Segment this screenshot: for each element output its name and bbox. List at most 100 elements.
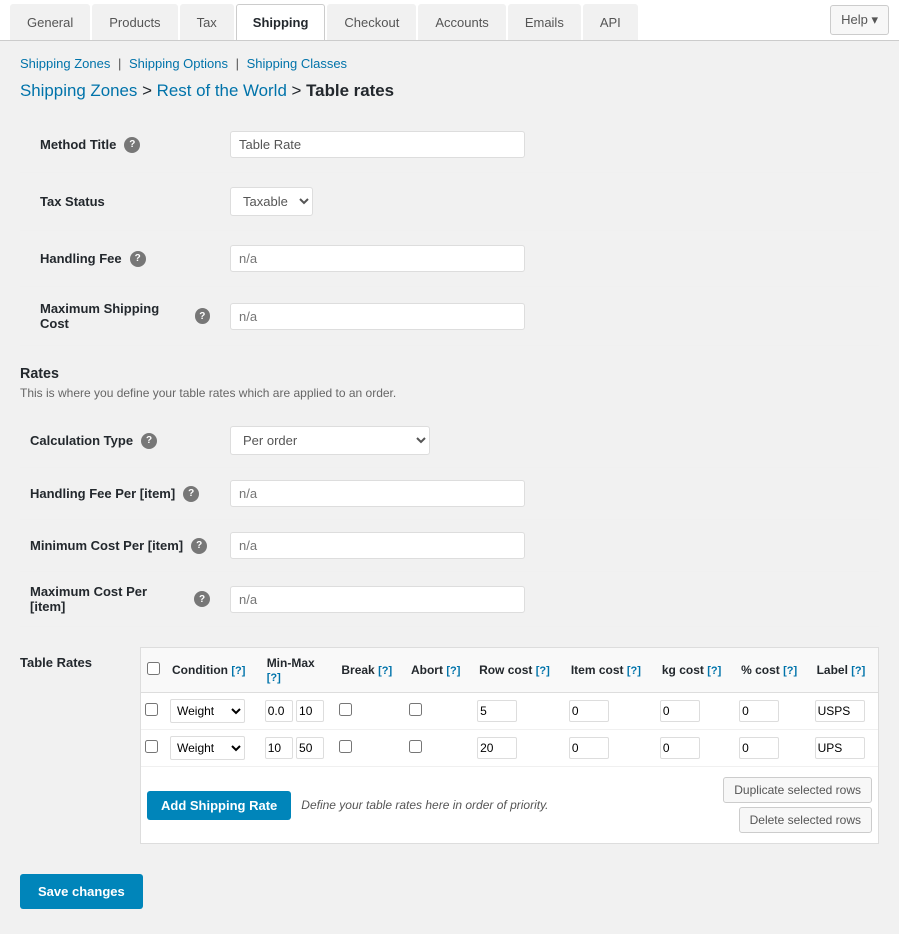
row-cost-input-1[interactable] — [477, 737, 517, 759]
min-cost-per-item-cell — [220, 520, 879, 572]
handling-fee-label: Handling Fee ? — [20, 231, 220, 287]
rates-table-wrapper: Condition [?] Min-Max [?] Break [?] — [140, 647, 879, 844]
row-cost-help-link[interactable]: [?] — [536, 665, 550, 677]
abort-checkbox-0[interactable] — [409, 703, 422, 716]
row-checkbox-1[interactable] — [145, 740, 158, 753]
abort-help-link[interactable]: [?] — [446, 665, 460, 677]
help-button[interactable]: Help ▾ — [830, 5, 889, 35]
tax-status-label: Tax Status — [20, 173, 220, 231]
break-checkbox-1[interactable] — [339, 740, 352, 753]
rates-desc: This is where you define your table rate… — [20, 386, 879, 400]
page-content: Shipping Zones | Shipping Options | Ship… — [0, 41, 899, 934]
percent-cost-input-0[interactable] — [739, 700, 779, 722]
max-input-0[interactable] — [296, 700, 324, 722]
table-row: Weight Price Item count — [141, 693, 878, 730]
shipping-options-link[interactable]: Shipping Options — [129, 56, 228, 71]
condition-select-0[interactable]: Weight Price Item count — [170, 699, 245, 723]
handling-fee-per-item-input[interactable] — [230, 480, 525, 507]
select-all-checkbox[interactable] — [147, 662, 160, 675]
tax-status-cell: Taxable None — [220, 173, 879, 231]
breadcrumb-rest-of-world[interactable]: Rest of the World — [157, 81, 287, 100]
top-bar: General Products Tax Shipping Checkout A… — [0, 0, 899, 41]
method-title-row: Method Title ? — [20, 117, 879, 173]
max-shipping-cost-input[interactable] — [230, 303, 525, 330]
th-min-max: Min-Max [?] — [261, 648, 336, 693]
tab-emails[interactable]: Emails — [508, 4, 581, 40]
max-shipping-cost-help-icon[interactable]: ? — [195, 308, 210, 324]
action-buttons: Duplicate selected rows Delete selected … — [723, 777, 872, 833]
min-cost-per-item-help-icon[interactable]: ? — [191, 538, 207, 554]
rates-tbody: Weight Price Item count Weight Price Ite… — [141, 693, 878, 767]
tab-products[interactable]: Products — [92, 4, 177, 40]
break-help-link[interactable]: [?] — [378, 665, 392, 677]
calc-type-label: Calculation Type ? — [20, 414, 220, 468]
label-help-link[interactable]: [?] — [851, 665, 865, 677]
tab-shipping[interactable]: Shipping — [236, 4, 326, 40]
condition-select-1[interactable]: Weight Price Item count — [170, 736, 245, 760]
handling-fee-per-item-cell — [220, 468, 879, 520]
delete-selected-button[interactable]: Delete selected rows — [739, 807, 872, 833]
tax-status-select[interactable]: Taxable None — [230, 187, 313, 216]
break-checkbox-0[interactable] — [339, 703, 352, 716]
th-item-cost: Item cost [?] — [565, 648, 656, 693]
method-title-input[interactable] — [230, 131, 525, 158]
kg-cost-input-1[interactable] — [660, 737, 700, 759]
min-cost-per-item-row: Minimum Cost Per [item] ? — [20, 520, 879, 572]
label-input-1[interactable] — [815, 737, 865, 759]
add-shipping-rate-button[interactable]: Add Shipping Rate — [147, 791, 291, 820]
item-cost-help-link[interactable]: [?] — [627, 665, 641, 677]
tab-tax[interactable]: Tax — [180, 4, 234, 40]
sub-nav: Shipping Zones | Shipping Options | Ship… — [20, 56, 879, 71]
max-cost-per-item-input[interactable] — [230, 586, 525, 613]
th-break: Break [?] — [335, 648, 405, 693]
sep2: | — [236, 56, 243, 71]
calc-type-help-icon[interactable]: ? — [141, 433, 157, 449]
min-input-0[interactable] — [265, 700, 293, 722]
breadcrumb-shipping-zones[interactable]: Shipping Zones — [20, 81, 137, 100]
tab-accounts[interactable]: Accounts — [418, 4, 505, 40]
max-shipping-cost-cell — [220, 287, 879, 346]
method-title-help-icon[interactable]: ? — [124, 137, 140, 153]
percent-cost-input-1[interactable] — [739, 737, 779, 759]
shipping-zones-link[interactable]: Shipping Zones — [20, 56, 110, 71]
tab-bar: General Products Tax Shipping Checkout A… — [10, 0, 640, 40]
footer-note: Define your table rates here in order of… — [301, 798, 713, 812]
rates-form-table: Calculation Type ? Per order Per item Pe… — [20, 414, 879, 627]
th-label: Label [?] — [811, 648, 878, 693]
shipping-classes-link[interactable]: Shipping Classes — [247, 56, 347, 71]
calc-type-select[interactable]: Per order Per item Per class Per line — [230, 426, 430, 455]
kg-cost-help-link[interactable]: [?] — [707, 665, 721, 677]
max-input-1[interactable] — [296, 737, 324, 759]
percent-cost-help-link[interactable]: [?] — [783, 665, 797, 677]
item-cost-input-1[interactable] — [569, 737, 609, 759]
handling-fee-per-item-help-icon[interactable]: ? — [183, 486, 199, 502]
tab-api[interactable]: API — [583, 4, 638, 40]
min-cost-per-item-input[interactable] — [230, 532, 525, 559]
max-cost-per-item-help-icon[interactable]: ? — [194, 591, 210, 607]
item-cost-input-0[interactable] — [569, 700, 609, 722]
th-percent-cost: % cost [?] — [735, 648, 811, 693]
th-condition: Condition [?] — [166, 648, 261, 693]
tab-checkout[interactable]: Checkout — [327, 4, 416, 40]
row-cost-input-0[interactable] — [477, 700, 517, 722]
handling-fee-per-item-label: Handling Fee Per [item] ? — [20, 468, 220, 520]
handling-fee-row: Handling Fee ? — [20, 231, 879, 287]
abort-checkbox-1[interactable] — [409, 740, 422, 753]
label-input-0[interactable] — [815, 700, 865, 722]
tab-general[interactable]: General — [10, 4, 90, 40]
min-max-help-link[interactable]: [?] — [267, 672, 281, 684]
handling-fee-cell — [220, 231, 879, 287]
row-checkbox-0[interactable] — [145, 703, 158, 716]
duplicate-selected-button[interactable]: Duplicate selected rows — [723, 777, 872, 803]
min-cost-per-item-label: Minimum Cost Per [item] ? — [20, 520, 220, 572]
min-input-1[interactable] — [265, 737, 293, 759]
th-kg-cost: kg cost [?] — [656, 648, 735, 693]
calc-type-row: Calculation Type ? Per order Per item Pe… — [20, 414, 879, 468]
breadcrumb-current: Table rates — [306, 81, 394, 100]
kg-cost-input-0[interactable] — [660, 700, 700, 722]
tax-status-row: Tax Status Taxable None — [20, 173, 879, 231]
condition-help-link[interactable]: [?] — [231, 665, 245, 677]
max-cost-per-item-label: Maximum Cost Per [item] ? — [20, 572, 220, 627]
handling-fee-input[interactable] — [230, 245, 525, 272]
handling-fee-help-icon[interactable]: ? — [130, 251, 146, 267]
